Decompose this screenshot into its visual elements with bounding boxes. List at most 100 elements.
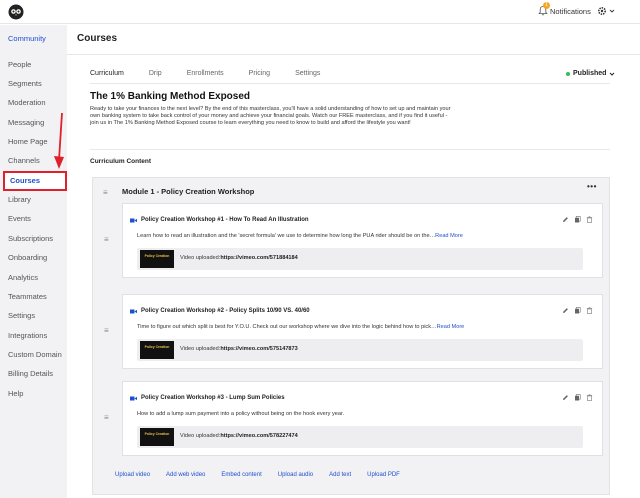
course-tabs: Curriculum Drip Enrollments Pricing Sett… — [90, 70, 345, 84]
notifications-button[interactable]: 1 Notifications — [537, 2, 591, 17]
video-attachment: Policy Creation Video uploaded:https://v… — [137, 248, 583, 270]
lesson-title: Policy Creation Workshop #2 - Policy Spl… — [141, 308, 310, 314]
drag-handle-icon[interactable]: ≡ — [104, 235, 109, 244]
curriculum-content-label: Curriculum Content — [90, 158, 152, 165]
sidebar-item-help[interactable]: Help — [0, 384, 67, 404]
tab-enrollments[interactable]: Enrollments — [187, 70, 224, 84]
sidebar: Community People Segments Moderation Mes… — [0, 25, 67, 498]
video-url[interactable]: https://vimeo.com/575147873 — [220, 346, 297, 352]
lesson-title: Policy Creation Workshop #1 - How To Rea… — [141, 217, 309, 223]
video-uploaded-label: Video uploaded: — [180, 433, 221, 439]
red-arrow-annotation — [54, 112, 64, 169]
more-options-icon[interactable]: ••• — [587, 182, 597, 191]
read-more-link[interactable]: Read More — [435, 233, 463, 239]
sidebar-item-billing-details[interactable]: Billing Details — [0, 364, 67, 384]
video-url[interactable]: https://vimeo.com/578227474 — [220, 433, 297, 439]
video-uploaded-label: Video uploaded: — [180, 255, 221, 261]
trash-icon[interactable] — [586, 394, 593, 401]
lesson-description-text: Time to figure out which split is best f… — [137, 324, 437, 330]
module-card: ≡ Module 1 - Policy Creation Workshop ••… — [92, 177, 610, 495]
video-thumbnail[interactable]: Policy Creation — [140, 341, 174, 359]
embed-content-link[interactable]: Embed content — [221, 472, 261, 478]
gear-icon — [597, 6, 607, 16]
video-info: Video uploaded:https://vimeo.com/5782274… — [180, 433, 298, 439]
sidebar-item-community[interactable]: Community — [0, 29, 67, 49]
lesson-title-row: Policy Creation Workshop #1 - How To Rea… — [130, 217, 309, 223]
settings-menu-button[interactable] — [597, 6, 615, 16]
tab-pricing[interactable]: Pricing — [249, 70, 270, 84]
trash-icon[interactable] — [586, 307, 593, 314]
lesson-description: Learn how to read an illustration and th… — [137, 233, 463, 239]
video-camera-icon — [130, 309, 137, 313]
chevron-down-icon — [610, 72, 615, 76]
sidebar-item-analytics[interactable]: Analytics — [0, 268, 67, 288]
copy-icon[interactable] — [574, 394, 581, 401]
video-url[interactable]: https://vimeo.com/571884184 — [220, 255, 297, 261]
copy-icon[interactable] — [574, 307, 581, 314]
video-attachment: Policy Creation Video uploaded:https://v… — [137, 339, 583, 361]
owl-logo-icon[interactable] — [8, 4, 24, 20]
sidebar-item-people[interactable]: People — [0, 55, 67, 75]
module-title: Module 1 - Policy Creation Workshop — [122, 187, 255, 196]
page-title: Courses — [77, 33, 118, 44]
drag-handle-icon[interactable]: ≡ — [104, 326, 109, 335]
video-uploaded-label: Video uploaded: — [180, 346, 221, 352]
sidebar-item-events[interactable]: Events — [0, 209, 67, 229]
lesson-card[interactable]: ≡ Policy Creation Workshop #3 - Lump Sum… — [104, 381, 603, 456]
lesson-description-text: How to add a lump sum payment into a pol… — [137, 411, 345, 417]
sidebar-item-teammates[interactable]: Teammates — [0, 287, 67, 307]
video-thumbnail[interactable]: Policy Creation — [140, 250, 174, 268]
lesson-title: Policy Creation Workshop #3 - Lump Sum P… — [141, 395, 285, 401]
drag-handle-icon[interactable]: ≡ — [104, 413, 109, 422]
sidebar-item-custom-domain[interactable]: Custom Domain — [0, 345, 67, 365]
lesson-description: How to add a lump sum payment into a pol… — [137, 411, 344, 417]
sidebar-item-moderation[interactable]: Moderation — [0, 93, 67, 113]
divider — [90, 83, 610, 84]
drag-handle-icon[interactable]: ≡ — [103, 188, 108, 197]
add-web-video-link[interactable]: Add web video — [166, 472, 205, 478]
lesson-description: Time to figure out which split is best f… — [137, 324, 464, 330]
add-content-links: Upload video Add web video Embed content… — [115, 472, 400, 478]
sidebar-item-segments[interactable]: Segments — [0, 74, 67, 94]
publish-status-dropdown[interactable]: Published — [566, 70, 615, 77]
sidebar-item-onboarding[interactable]: Onboarding — [0, 248, 67, 268]
sidebar-item-integrations[interactable]: Integrations — [0, 326, 67, 346]
lesson-card[interactable]: ≡ Policy Creation Workshop #1 - How To R… — [104, 203, 603, 278]
notification-count-badge: 1 — [543, 2, 550, 9]
status-dot-icon — [566, 71, 570, 76]
lesson-actions — [562, 394, 593, 401]
video-thumbnail[interactable]: Policy Creation — [140, 428, 174, 446]
edit-pencil-icon[interactable] — [562, 307, 569, 314]
lesson-title-row: Policy Creation Workshop #2 - Policy Spl… — [130, 308, 310, 314]
read-more-link[interactable]: Read More — [437, 324, 465, 330]
main-content: Courses Curriculum Drip Enrollments Pric… — [67, 25, 640, 498]
edit-pencil-icon[interactable] — [562, 216, 569, 223]
sidebar-item-library[interactable]: Library — [0, 190, 67, 210]
tab-settings[interactable]: Settings — [295, 70, 320, 84]
upload-audio-link[interactable]: Upload audio — [278, 472, 313, 478]
video-camera-icon — [130, 396, 137, 400]
upload-pdf-link[interactable]: Upload PDF — [367, 472, 400, 478]
tab-drip[interactable]: Drip — [149, 70, 162, 84]
divider — [67, 54, 640, 55]
sidebar-item-subscriptions[interactable]: Subscriptions — [0, 229, 67, 249]
add-text-link[interactable]: Add text — [329, 472, 351, 478]
video-info: Video uploaded:https://vimeo.com/5751478… — [180, 346, 298, 352]
trash-icon[interactable] — [586, 216, 593, 223]
lesson-card[interactable]: ≡ Policy Creation Workshop #2 - Policy S… — [104, 294, 603, 369]
sidebar-item-courses[interactable]: Courses — [3, 171, 67, 191]
status-label: Published — [573, 70, 607, 77]
bell-icon: 1 — [537, 2, 550, 17]
tab-curriculum[interactable]: Curriculum — [90, 70, 124, 84]
lesson-actions — [562, 216, 593, 223]
edit-pencil-icon[interactable] — [562, 394, 569, 401]
sidebar-item-settings[interactable]: Settings — [0, 306, 67, 326]
upload-video-link[interactable]: Upload video — [115, 472, 150, 478]
chevron-down-icon — [609, 9, 615, 13]
course-title: The 1% Banking Method Exposed — [90, 91, 251, 102]
copy-icon[interactable] — [574, 216, 581, 223]
notifications-label: Notifications — [550, 6, 591, 16]
video-attachment: Policy Creation Video uploaded:https://v… — [137, 426, 583, 448]
lesson-description-text: Learn how to read an illustration and th… — [137, 233, 436, 239]
course-description: Ready to take your finances to the next … — [90, 106, 451, 126]
